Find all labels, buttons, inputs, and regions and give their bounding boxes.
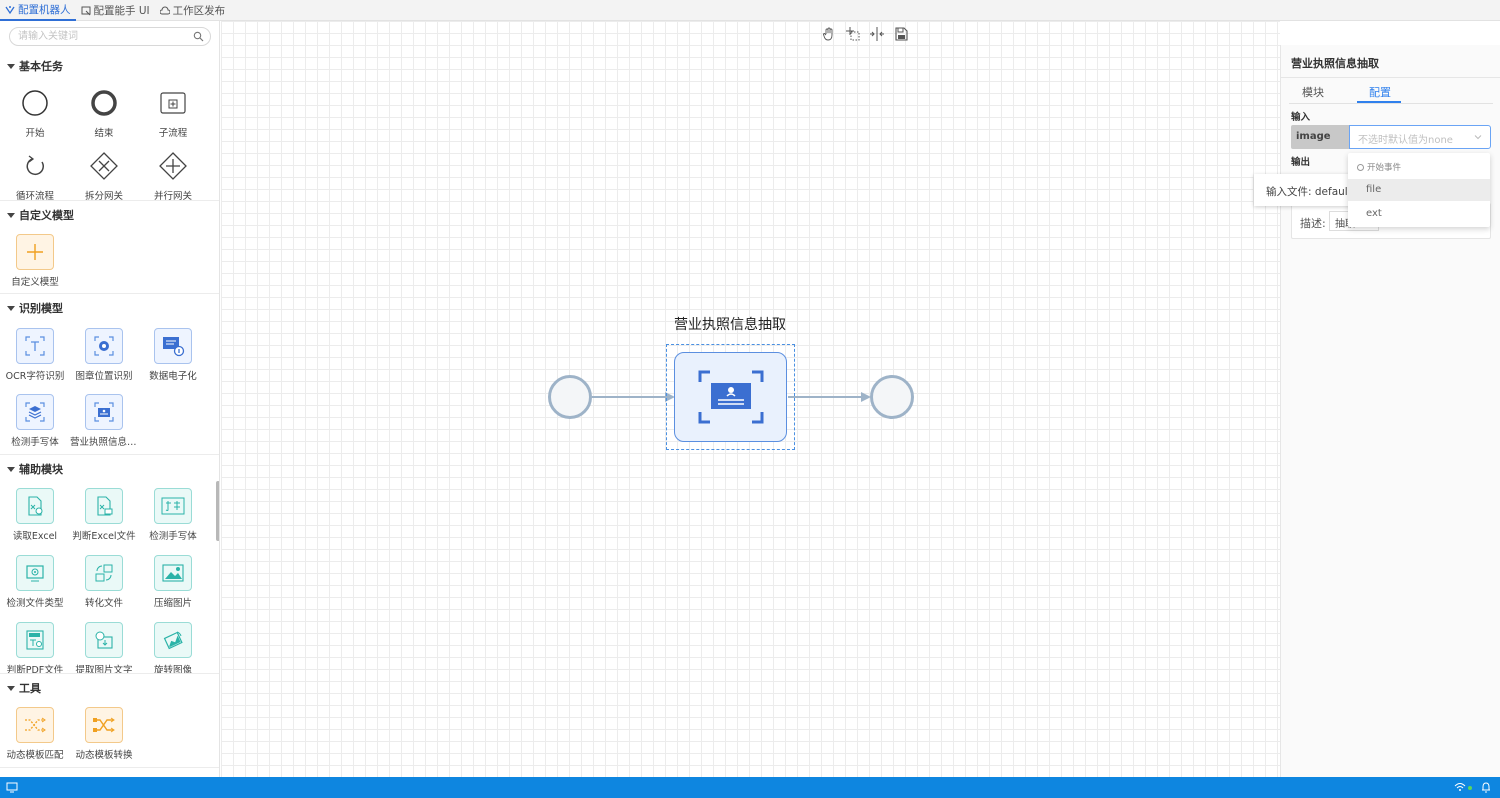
dropdown-option-ext[interactable]: ext [1348,203,1490,225]
input-file-tooltip: 输入文件: default [1254,174,1354,206]
input-section-label: 输入 [1291,112,1311,123]
tab-divider [1289,103,1493,104]
task-node-title: 营业执照信息抽取 [674,317,786,333]
input-param-key: image [1291,125,1349,149]
task-node-business-license[interactable] [674,352,787,442]
circle-icon [1357,163,1364,171]
business-license-icon [698,370,763,424]
input-source-select[interactable]: 不选时默认值为none [1349,125,1491,149]
dropdown-option-file[interactable]: file [1348,179,1490,201]
dropdown-group: 开始事件 [1357,161,1401,173]
bell-icon[interactable] [1481,782,1491,793]
output-section-label: 输出 [1291,157,1311,168]
monitor-icon[interactable] [6,782,18,793]
status-bar [0,777,1500,798]
end-event-node[interactable] [870,375,914,419]
panel-divider [1281,77,1500,78]
app-window: 配置机器人 配置能手 UI 工作区发布 基本任务 开始 结束 [0,0,1500,798]
tab-module[interactable]: 模块 [1302,84,1324,100]
group-label: 开始事件 [1367,163,1402,173]
wifi-icon[interactable] [1454,782,1466,792]
select-placeholder: 不选时默认值为none [1358,135,1453,146]
tab-config[interactable]: 配置 [1369,84,1391,100]
input-source-dropdown: 开始事件 file ext [1348,153,1490,227]
chevron-down-icon [1474,135,1482,140]
connection-indicator [1468,786,1472,790]
description-label: 描述: [1300,217,1326,230]
start-event-node[interactable] [548,375,592,419]
panel-title: 营业执照信息抽取 [1291,57,1379,70]
